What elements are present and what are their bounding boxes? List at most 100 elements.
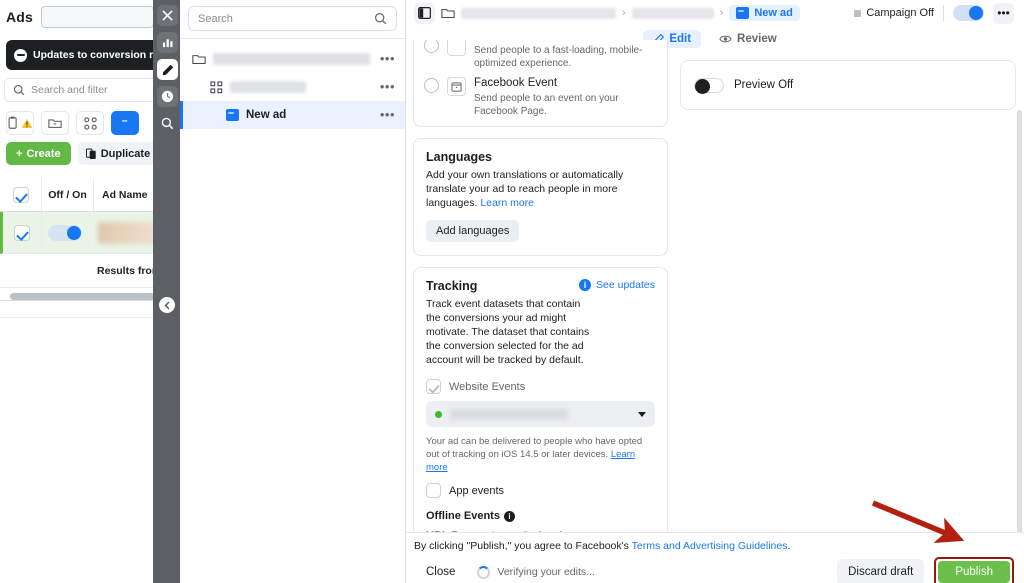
close-icon[interactable] bbox=[157, 5, 178, 26]
destination-card: Send people to a fast-loading, mobile-op… bbox=[413, 40, 668, 127]
tree-item-menu[interactable]: ••• bbox=[380, 52, 395, 65]
tree-item-adset[interactable]: ••• bbox=[180, 73, 405, 101]
offline-events-heading: Offline Events i bbox=[426, 510, 655, 522]
grid-icon[interactable] bbox=[76, 111, 104, 135]
ad-editor-panel: › › New ad Campaign Off ••• Edit Review … bbox=[406, 0, 1024, 583]
preview-toggle[interactable] bbox=[694, 77, 724, 94]
create-label: Create bbox=[26, 147, 61, 160]
duplicate-label: Duplicate bbox=[100, 147, 151, 160]
collapse-panel-button[interactable] bbox=[159, 297, 175, 313]
header-divider bbox=[943, 5, 944, 21]
app-events-checkbox[interactable] bbox=[426, 483, 441, 498]
editor-form-column: Send people to a fast-loading, mobile-op… bbox=[406, 40, 668, 583]
verifying-label: Verifying your edits... bbox=[497, 566, 595, 578]
adset-name-redacted bbox=[230, 81, 306, 93]
select-all-cell[interactable] bbox=[0, 178, 42, 211]
more-options-button[interactable]: ••• bbox=[993, 2, 1014, 24]
table-header-row: Off / On Ad Name bbox=[0, 178, 160, 212]
terms-suffix: . bbox=[787, 540, 791, 552]
conversion-reporting-notice[interactable]: Updates to conversion reporting bbox=[6, 40, 160, 70]
search-icon bbox=[375, 13, 387, 25]
website-events-row[interactable]: Website Events bbox=[426, 379, 655, 394]
ad-status-toggle[interactable] bbox=[48, 224, 83, 241]
duplicate-button[interactable]: Duplicate bbox=[77, 142, 159, 165]
campaign-toggle[interactable] bbox=[953, 5, 984, 21]
see-updates-link[interactable]: i See updates bbox=[579, 279, 655, 291]
search-and-filter-input[interactable]: Search and filter bbox=[4, 78, 160, 102]
editor-header: › › New ad Campaign Off ••• bbox=[406, 0, 1024, 26]
warning-triangle-icon bbox=[21, 118, 33, 128]
terms-text: By clicking "Publish," you agree to Face… bbox=[406, 533, 1024, 552]
destination-option-facebook-event[interactable]: Facebook Event Send people to an event o… bbox=[414, 72, 667, 126]
dataset-name-redacted bbox=[450, 408, 568, 420]
languages-description: Add your own translations or automatical… bbox=[426, 168, 655, 210]
create-button[interactable]: + Create bbox=[6, 142, 71, 165]
instant-experience-icon bbox=[447, 40, 466, 56]
ad-name-redacted bbox=[98, 221, 160, 244]
tracking-title: Tracking bbox=[426, 279, 478, 293]
terms-link[interactable]: Terms and Advertising Guidelines bbox=[632, 540, 788, 552]
editor-header-right: Campaign Off ••• bbox=[854, 2, 1014, 24]
row-ad-name bbox=[90, 212, 160, 253]
radio-button[interactable] bbox=[424, 78, 439, 93]
folder-upload-icon[interactable] bbox=[41, 111, 69, 135]
tree-search-input[interactable]: Search bbox=[188, 6, 397, 31]
select-all-checkbox[interactable] bbox=[12, 186, 29, 203]
close-button[interactable]: Close bbox=[414, 559, 468, 583]
discard-draft-button[interactable]: Discard draft bbox=[837, 559, 925, 583]
editor-scrollbar[interactable] bbox=[1017, 110, 1022, 565]
languages-learn-more-link[interactable]: Learn more bbox=[480, 197, 534, 209]
publish-button[interactable]: Publish bbox=[938, 561, 1010, 583]
clock-icon[interactable] bbox=[157, 86, 178, 107]
app-events-row[interactable]: App events bbox=[426, 483, 655, 498]
ellipsis-icon: ••• bbox=[997, 6, 1010, 20]
row-checkbox[interactable] bbox=[13, 224, 30, 241]
breadcrumb-separator: › bbox=[622, 7, 626, 19]
panel-layout-icon[interactable] bbox=[414, 2, 435, 24]
table-horizontal-scrollbar[interactable] bbox=[10, 293, 155, 300]
zoom-icon[interactable] bbox=[157, 113, 178, 134]
add-languages-button[interactable]: Add languages bbox=[426, 220, 520, 242]
destination-option-instant-experience[interactable]: Send people to a fast-loading, mobile-op… bbox=[414, 40, 667, 72]
bar-chart-icon[interactable] bbox=[157, 32, 178, 53]
ads-manager-action-row: + Create Duplicate bbox=[6, 142, 160, 165]
breadcrumb-new-ad[interactable]: New ad bbox=[729, 5, 800, 21]
dataset-status-dot-icon bbox=[435, 410, 442, 418]
website-events-label: Website Events bbox=[449, 380, 526, 393]
folder-icon bbox=[192, 55, 206, 64]
table-row[interactable] bbox=[0, 212, 160, 254]
column-off-on: Off / On bbox=[42, 178, 94, 211]
table-bottom-divider bbox=[0, 300, 160, 301]
row-toggle-cell[interactable] bbox=[42, 212, 90, 253]
blue-tile-icon[interactable] bbox=[111, 111, 139, 135]
pencil-icon[interactable] bbox=[157, 59, 178, 80]
tree-item-label: New ad bbox=[246, 109, 287, 121]
dataset-select[interactable] bbox=[426, 401, 655, 427]
publish-highlight-box: Publish bbox=[934, 557, 1014, 583]
tree-item-menu[interactable]: ••• bbox=[380, 80, 395, 93]
breadcrumb-separator: › bbox=[719, 7, 724, 19]
tree-item-new-ad[interactable]: New ad ••• bbox=[180, 101, 405, 129]
account-search-input[interactable] bbox=[41, 6, 154, 28]
breadcrumb-campaign-redacted[interactable] bbox=[461, 7, 616, 19]
four-squares-icon bbox=[83, 116, 97, 130]
ads-manager-topbar: Ads bbox=[0, 0, 160, 34]
folder-icon bbox=[48, 119, 62, 129]
info-icon[interactable]: i bbox=[503, 510, 515, 522]
tree-item-campaign[interactable]: ••• bbox=[180, 45, 405, 73]
preview-card: Preview Off bbox=[680, 60, 1016, 110]
website-events-checkbox[interactable] bbox=[426, 379, 441, 394]
clipboard-warning-icon[interactable] bbox=[6, 111, 34, 135]
verifying-status: Verifying your edits... bbox=[477, 565, 595, 579]
tree-item-menu[interactable]: ••• bbox=[380, 108, 395, 121]
tree-divider bbox=[180, 38, 405, 39]
results-summary-label: Results from 1 bbox=[97, 264, 160, 277]
radio-button[interactable] bbox=[424, 40, 439, 53]
breadcrumb-adset-redacted[interactable] bbox=[631, 7, 714, 19]
tab-review[interactable]: Review bbox=[709, 30, 787, 48]
minus-circle-icon bbox=[14, 48, 27, 62]
adset-grid-icon bbox=[210, 80, 223, 93]
row-select-cell[interactable] bbox=[3, 212, 42, 253]
clipboard-icon bbox=[8, 116, 17, 129]
languages-title: Languages bbox=[426, 150, 492, 164]
